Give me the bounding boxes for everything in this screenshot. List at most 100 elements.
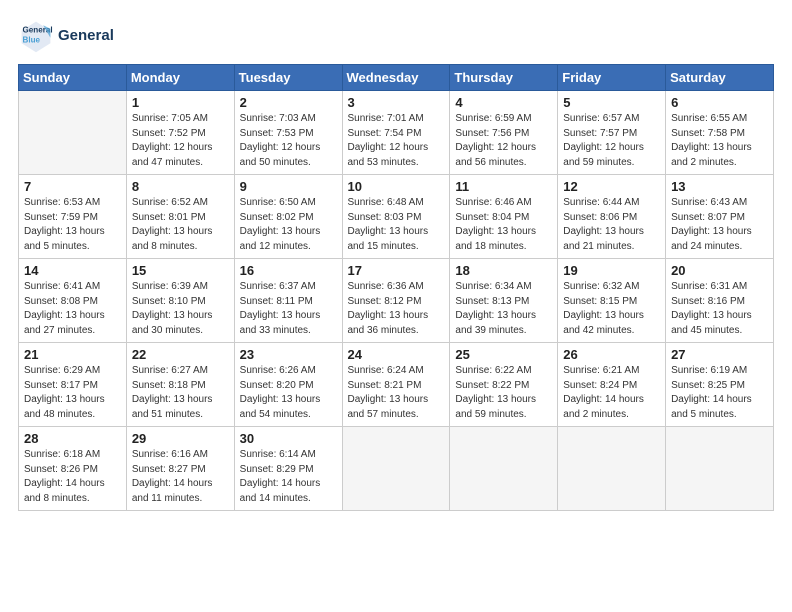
day-number: 29 — [132, 431, 229, 446]
day-number: 13 — [671, 179, 768, 194]
calendar-week-row: 28 Sunrise: 6:18 AMSunset: 8:26 PMDayligh… — [19, 427, 774, 511]
calendar-cell: 5 Sunrise: 6:57 AMSunset: 7:57 PMDaylight… — [558, 91, 666, 175]
day-number: 16 — [240, 263, 337, 278]
day-number: 21 — [24, 347, 121, 362]
day-number: 1 — [132, 95, 229, 110]
calendar-cell: 15 Sunrise: 6:39 AMSunset: 8:10 PMDayligh… — [126, 259, 234, 343]
day-info: Sunrise: 6:19 AMSunset: 8:25 PMDaylight:… — [671, 364, 768, 422]
day-number: 19 — [563, 263, 660, 278]
day-number: 3 — [348, 95, 445, 110]
calendar-cell: 28 Sunrise: 6:18 AMSunset: 8:26 PMDayligh… — [19, 427, 127, 511]
day-info: Sunrise: 6:26 AMSunset: 8:20 PMDaylight:… — [240, 364, 337, 422]
calendar-cell: 27 Sunrise: 6:19 AMSunset: 8:25 PMDayligh… — [666, 343, 774, 427]
day-number: 25 — [455, 347, 552, 362]
day-info: Sunrise: 6:59 AMSunset: 7:56 PMDaylight:… — [455, 112, 552, 170]
day-info: Sunrise: 6:52 AMSunset: 8:01 PMDaylight:… — [132, 196, 229, 254]
weekday-header-monday: Monday — [126, 65, 234, 91]
day-info: Sunrise: 6:34 AMSunset: 8:13 PMDaylight:… — [455, 280, 552, 338]
day-info: Sunrise: 6:24 AMSunset: 8:21 PMDaylight:… — [348, 364, 445, 422]
day-info: Sunrise: 6:18 AMSunset: 8:26 PMDaylight:… — [24, 448, 121, 506]
calendar-week-row: 1Sunrise: 7:05 AMSunset: 7:52 PMDaylight… — [19, 91, 774, 175]
day-number: 17 — [348, 263, 445, 278]
calendar-cell: 14 Sunrise: 6:41 AMSunset: 8:08 PMDayligh… — [19, 259, 127, 343]
calendar-cell: 4 Sunrise: 6:59 AMSunset: 7:56 PMDaylight… — [450, 91, 558, 175]
logo: General Blue General — [18, 18, 114, 54]
day-info: Sunrise: 6:31 AMSunset: 8:16 PMDaylight:… — [671, 280, 768, 338]
day-number: 10 — [348, 179, 445, 194]
day-number: 18 — [455, 263, 552, 278]
day-info: Sunrise: 6:37 AMSunset: 8:11 PMDaylight:… — [240, 280, 337, 338]
calendar-cell — [19, 91, 127, 175]
day-info: Sunrise: 6:46 AMSunset: 8:04 PMDaylight:… — [455, 196, 552, 254]
day-number: 6 — [671, 95, 768, 110]
day-info: Sunrise: 7:01 AMSunset: 7:54 PMDaylight:… — [348, 112, 445, 170]
calendar-cell: 24 Sunrise: 6:24 AMSunset: 8:21 PMDayligh… — [342, 343, 450, 427]
calendar-cell: 10 Sunrise: 6:48 AMSunset: 8:03 PMDayligh… — [342, 175, 450, 259]
calendar-cell: 19 Sunrise: 6:32 AMSunset: 8:15 PMDayligh… — [558, 259, 666, 343]
weekday-header-row: SundayMondayTuesdayWednesdayThursdayFrid… — [19, 65, 774, 91]
weekday-header-thursday: Thursday — [450, 65, 558, 91]
logo-text: General — [58, 28, 114, 45]
calendar-cell: 29Sunrise: 6:16 AMSunset: 8:27 PMDayligh… — [126, 427, 234, 511]
calendar-cell: 18 Sunrise: 6:34 AMSunset: 8:13 PMDayligh… — [450, 259, 558, 343]
calendar-cell: 21 Sunrise: 6:29 AMSunset: 8:17 PMDayligh… — [19, 343, 127, 427]
day-info: Sunrise: 6:48 AMSunset: 8:03 PMDaylight:… — [348, 196, 445, 254]
day-info: Sunrise: 6:21 AMSunset: 8:24 PMDaylight:… — [563, 364, 660, 422]
day-number: 23 — [240, 347, 337, 362]
calendar-table: SundayMondayTuesdayWednesdayThursdayFrid… — [18, 64, 774, 511]
calendar-week-row: 7 Sunrise: 6:53 AMSunset: 7:59 PMDaylight… — [19, 175, 774, 259]
day-number: 15 — [132, 263, 229, 278]
day-info: Sunrise: 6:57 AMSunset: 7:57 PMDaylight:… — [563, 112, 660, 170]
calendar-cell: 3 Sunrise: 7:01 AMSunset: 7:54 PMDaylight… — [342, 91, 450, 175]
calendar-cell: 23 Sunrise: 6:26 AMSunset: 8:20 PMDayligh… — [234, 343, 342, 427]
weekday-header-wednesday: Wednesday — [342, 65, 450, 91]
day-number: 22 — [132, 347, 229, 362]
day-info: Sunrise: 6:44 AMSunset: 8:06 PMDaylight:… — [563, 196, 660, 254]
calendar-cell: 8Sunrise: 6:52 AMSunset: 8:01 PMDaylight… — [126, 175, 234, 259]
calendar-cell: 2 Sunrise: 7:03 AMSunset: 7:53 PMDaylight… — [234, 91, 342, 175]
day-info: Sunrise: 6:50 AMSunset: 8:02 PMDaylight:… — [240, 196, 337, 254]
header: General Blue General — [18, 18, 774, 54]
day-number: 24 — [348, 347, 445, 362]
day-number: 5 — [563, 95, 660, 110]
day-info: Sunrise: 6:14 AMSunset: 8:29 PMDaylight:… — [240, 448, 337, 506]
weekday-header-friday: Friday — [558, 65, 666, 91]
calendar-cell: 22 Sunrise: 6:27 AMSunset: 8:18 PMDayligh… — [126, 343, 234, 427]
calendar-cell: 13 Sunrise: 6:43 AMSunset: 8:07 PMDayligh… — [666, 175, 774, 259]
calendar-cell: 1Sunrise: 7:05 AMSunset: 7:52 PMDaylight… — [126, 91, 234, 175]
day-info: Sunrise: 7:03 AMSunset: 7:53 PMDaylight:… — [240, 112, 337, 170]
calendar-cell: 17Sunrise: 6:36 AMSunset: 8:12 PMDayligh… — [342, 259, 450, 343]
calendar-cell — [450, 427, 558, 511]
day-info: Sunrise: 6:41 AMSunset: 8:08 PMDaylight:… — [24, 280, 121, 338]
calendar-cell: 12 Sunrise: 6:44 AMSunset: 8:06 PMDayligh… — [558, 175, 666, 259]
day-number: 20 — [671, 263, 768, 278]
day-number: 7 — [24, 179, 121, 194]
logo-icon: General Blue — [18, 18, 54, 54]
day-number: 2 — [240, 95, 337, 110]
day-number: 28 — [24, 431, 121, 446]
day-info: Sunrise: 6:43 AMSunset: 8:07 PMDaylight:… — [671, 196, 768, 254]
day-number: 27 — [671, 347, 768, 362]
weekday-header-saturday: Saturday — [666, 65, 774, 91]
day-number: 9 — [240, 179, 337, 194]
day-info: Sunrise: 6:39 AMSunset: 8:10 PMDaylight:… — [132, 280, 229, 338]
calendar-cell: 25Sunrise: 6:22 AMSunset: 8:22 PMDayligh… — [450, 343, 558, 427]
calendar-cell — [666, 427, 774, 511]
calendar-week-row: 14 Sunrise: 6:41 AMSunset: 8:08 PMDayligh… — [19, 259, 774, 343]
day-number: 14 — [24, 263, 121, 278]
svg-text:Blue: Blue — [23, 35, 41, 44]
day-info: Sunrise: 6:53 AMSunset: 7:59 PMDaylight:… — [24, 196, 121, 254]
day-info: Sunrise: 6:27 AMSunset: 8:18 PMDaylight:… — [132, 364, 229, 422]
calendar-cell: 20 Sunrise: 6:31 AMSunset: 8:16 PMDayligh… — [666, 259, 774, 343]
calendar-cell: 6Sunrise: 6:55 AMSunset: 7:58 PMDaylight… — [666, 91, 774, 175]
calendar-cell: 16 Sunrise: 6:37 AMSunset: 8:11 PMDayligh… — [234, 259, 342, 343]
calendar-cell — [558, 427, 666, 511]
weekday-header-sunday: Sunday — [19, 65, 127, 91]
calendar-cell: 9 Sunrise: 6:50 AMSunset: 8:02 PMDaylight… — [234, 175, 342, 259]
day-number: 4 — [455, 95, 552, 110]
day-number: 26 — [563, 347, 660, 362]
day-info: Sunrise: 6:29 AMSunset: 8:17 PMDaylight:… — [24, 364, 121, 422]
day-number: 12 — [563, 179, 660, 194]
calendar-cell: 26 Sunrise: 6:21 AMSunset: 8:24 PMDayligh… — [558, 343, 666, 427]
day-info: Sunrise: 6:32 AMSunset: 8:15 PMDaylight:… — [563, 280, 660, 338]
